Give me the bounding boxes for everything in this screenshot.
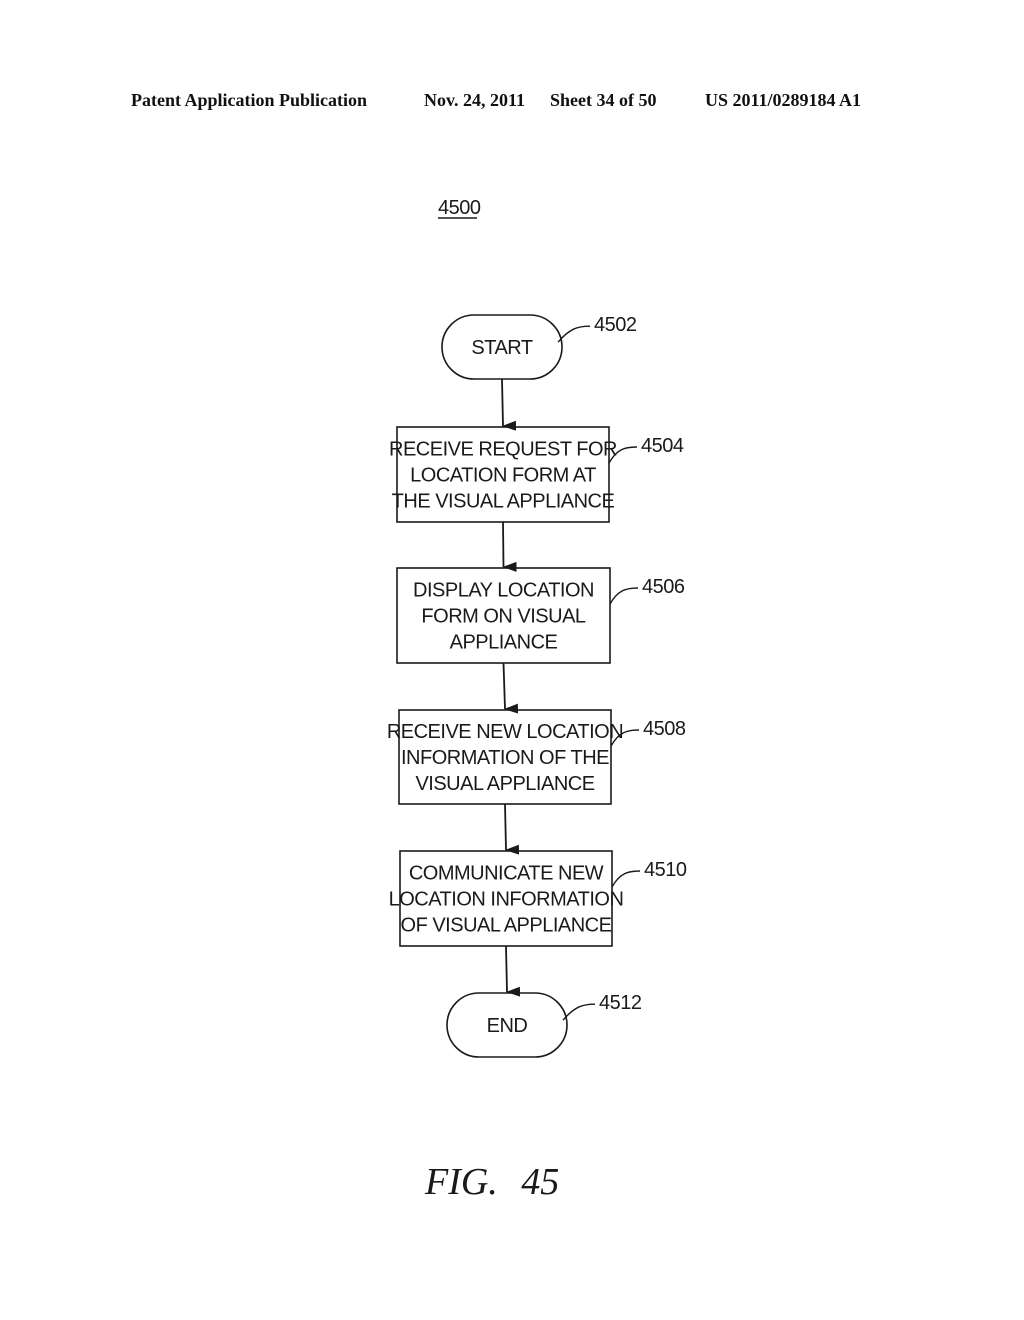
node-text-line: INFORMATION OF THE (401, 747, 609, 769)
node-text-line: END (487, 1015, 528, 1037)
reference-number: 4512 (599, 992, 642, 1014)
node-text-line: FORM ON VISUAL (421, 606, 586, 628)
flowchart-node-4502: START 4502 (441, 314, 637, 380)
flowchart-node-4512: END 4512 (446, 992, 642, 1058)
node-text-line: OF VISUAL APPLIANCE (401, 915, 612, 937)
reference-number: 4502 (594, 314, 637, 336)
flowchart-node-4510: COMMUNICATE NEW LOCATION INFORMATION OF VI… (389, 850, 687, 947)
flowchart-diagram: 4500 START 4502 RECEIVE REQUEST FOR LOCATIO… (387, 197, 687, 1058)
node-text-line: THE VISUAL APPLIANCE (392, 491, 615, 513)
node-text-line: RECEIVE REQUEST FOR (389, 439, 617, 461)
reference-number: 4506 (642, 576, 685, 598)
node-text-line: LOCATION INFORMATION (389, 889, 624, 911)
node-text-line: RECEIVE NEW LOCATION (387, 721, 623, 743)
flowchart-node-4506: DISPLAY LOCATION FORM ON VISUAL APPLIANCE 4… (396, 567, 685, 664)
flow-arrow-4502-4504 (501, 378, 517, 431)
reference-number: 4504 (641, 435, 684, 457)
flowchart-node-4508: RECEIVE NEW LOCATION INFORMATION OF THE VI… (387, 709, 686, 805)
flowchart-node-4504: RECEIVE REQUEST FOR LOCATION FORM AT THE V… (389, 426, 684, 523)
flow-arrow-4506-4508 (502, 662, 519, 714)
reference-leader-line (609, 587, 639, 605)
node-text-line: LOCATION FORM AT (410, 465, 596, 487)
flow-arrow-4504-4506 (502, 521, 517, 572)
node-text-line: COMMUNICATE NEW (409, 863, 604, 885)
figure-reference-number: 4500 (438, 197, 481, 219)
flow-arrow-4510-4512 (505, 945, 521, 997)
node-text-line: DISPLAY LOCATION (413, 580, 594, 602)
node-text-line: START (471, 337, 532, 359)
reference-leader-line (562, 1003, 596, 1021)
node-text-line: APPLIANCE (450, 632, 558, 654)
node-text-line: VISUAL APPLIANCE (415, 773, 594, 795)
reference-number: 4508 (643, 718, 686, 740)
reference-leader-line (557, 325, 591, 343)
reference-number: 4510 (644, 859, 687, 881)
reference-leader-line (611, 870, 641, 888)
flow-arrow-4508-4510 (504, 803, 520, 855)
figure-caption: FIG. 45 (425, 1161, 560, 1203)
